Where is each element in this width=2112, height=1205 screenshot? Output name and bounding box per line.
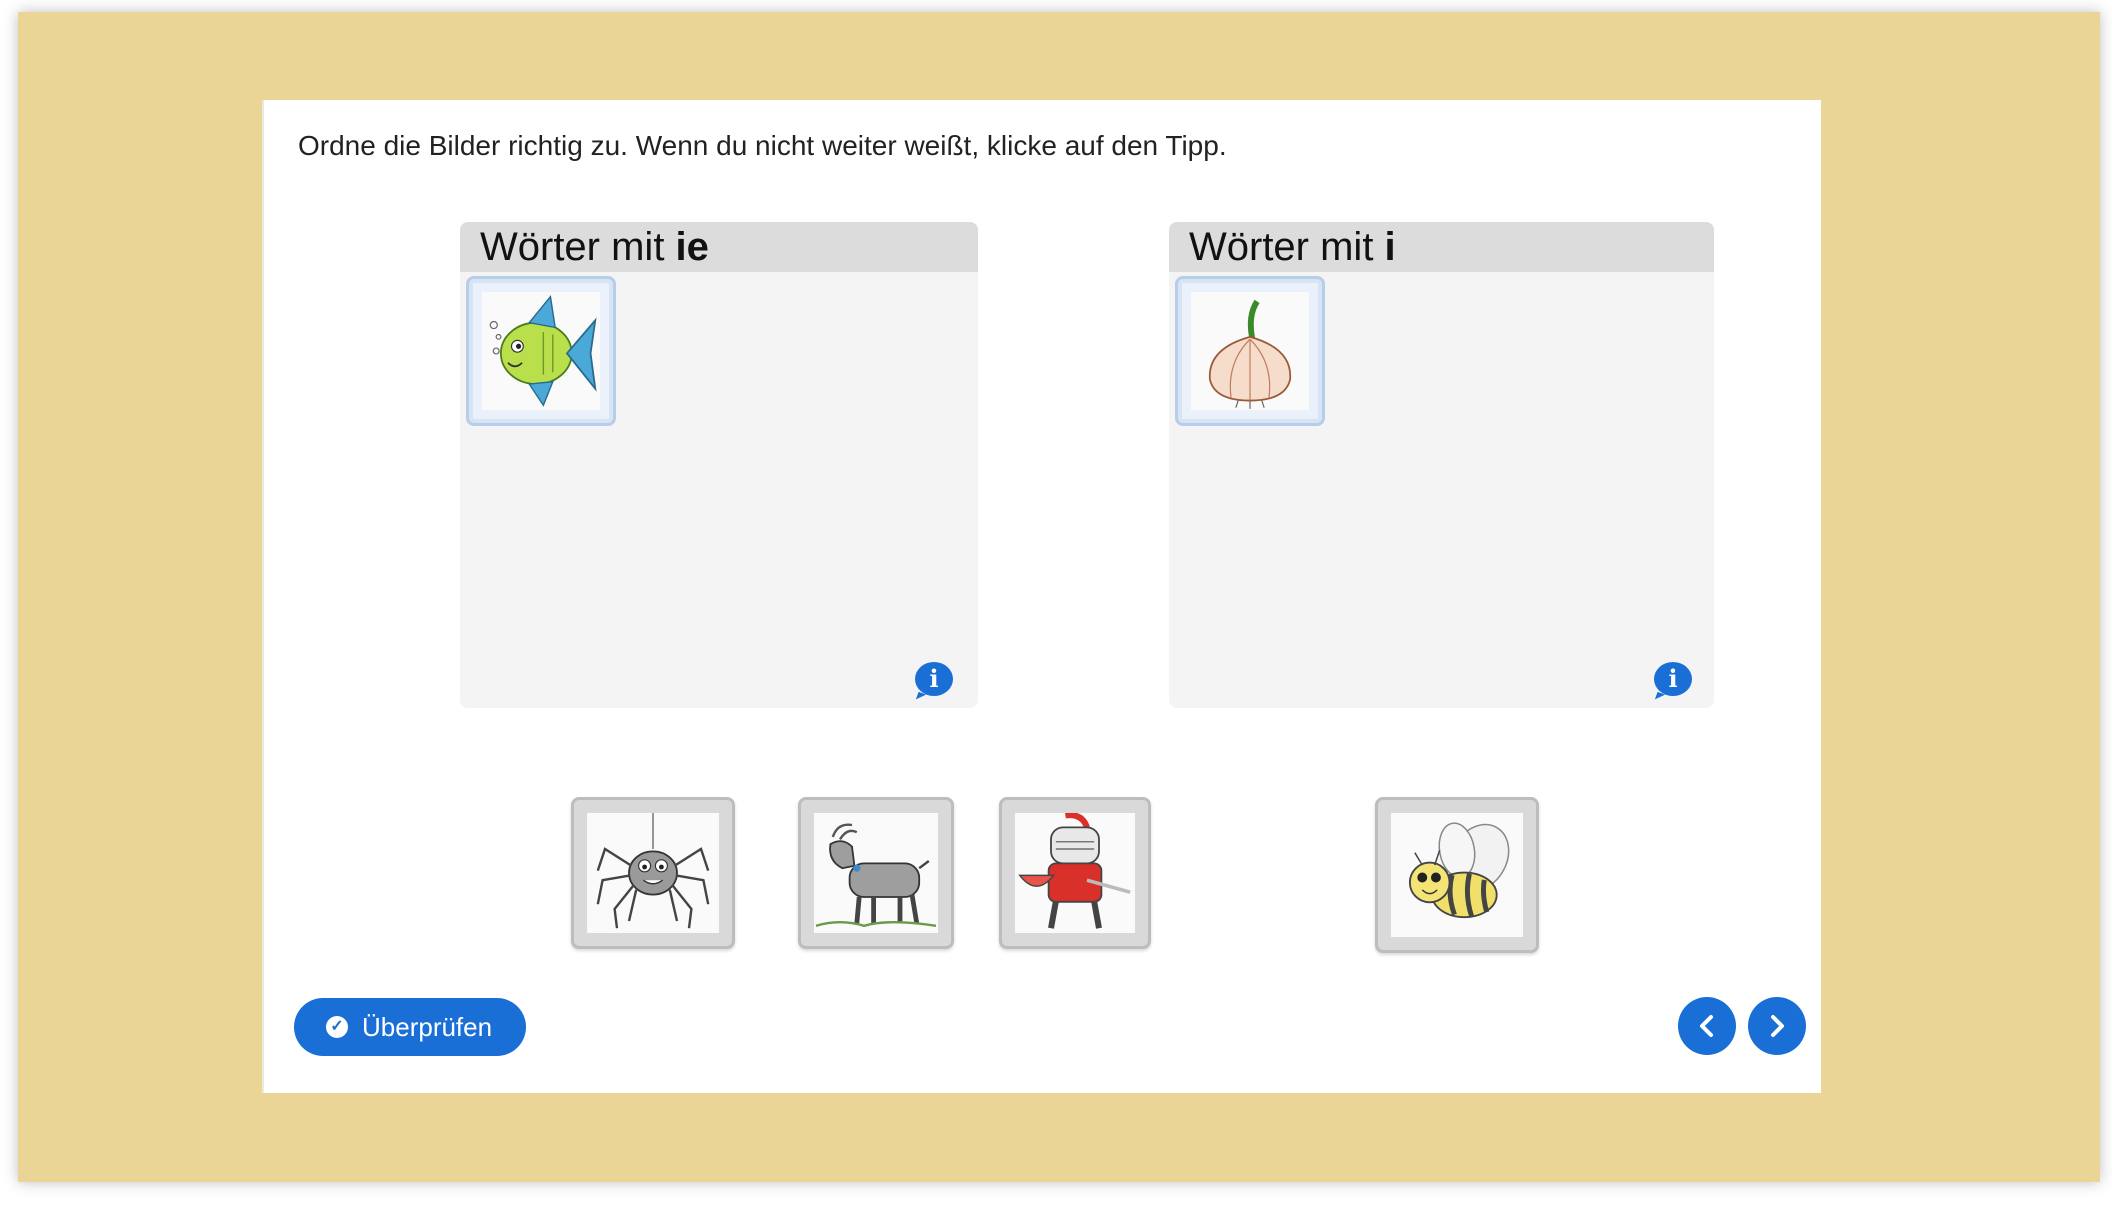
check-answers-button[interactable]: ✓ Überprüfen xyxy=(294,998,526,1056)
drop-zone-title: Wörter mit ie xyxy=(460,222,978,272)
check-circle-icon: ✓ xyxy=(326,1016,348,1038)
next-button[interactable] xyxy=(1748,997,1806,1055)
fish-icon xyxy=(482,292,600,410)
knight-icon xyxy=(1015,813,1135,933)
draggable-card-knight[interactable] xyxy=(999,797,1151,949)
placed-card-fish[interactable] xyxy=(466,276,616,426)
instruction-text: Ordne die Bilder richtig zu. Wenn du nic… xyxy=(298,130,1227,161)
draggable-card-spider[interactable] xyxy=(571,797,735,949)
placed-card-onion[interactable] xyxy=(1175,276,1325,426)
exercise-card: Ordne die Bilder richtig zu. Wenn du nic… xyxy=(262,100,1821,1093)
onion-icon xyxy=(1191,292,1309,410)
drop-zone-ie[interactable]: Wörter mit ie i xyxy=(460,222,978,708)
zone-title-bold: i xyxy=(1384,225,1396,269)
draggable-card-goat[interactable] xyxy=(798,797,954,949)
zone-title-prefix: Wörter mit xyxy=(480,225,676,269)
spider-icon xyxy=(587,813,719,933)
draggable-card-bee[interactable] xyxy=(1375,797,1539,953)
drop-zone-title: Wörter mit i xyxy=(1169,222,1714,272)
goat-icon xyxy=(814,813,938,933)
zone-title-bold: ie xyxy=(675,225,709,269)
bee-icon xyxy=(1391,813,1523,937)
tip-info-icon[interactable]: i xyxy=(1654,662,1692,696)
drop-zone-i[interactable]: Wörter mit i i xyxy=(1169,222,1714,708)
zone-title-prefix: Wörter mit xyxy=(1189,225,1385,269)
previous-button[interactable] xyxy=(1678,997,1736,1055)
tip-info-icon[interactable]: i xyxy=(915,662,953,696)
chevron-right-icon xyxy=(1771,1015,1784,1037)
check-button-label: Überprüfen xyxy=(362,1012,493,1042)
chevron-left-icon xyxy=(1700,1015,1713,1037)
